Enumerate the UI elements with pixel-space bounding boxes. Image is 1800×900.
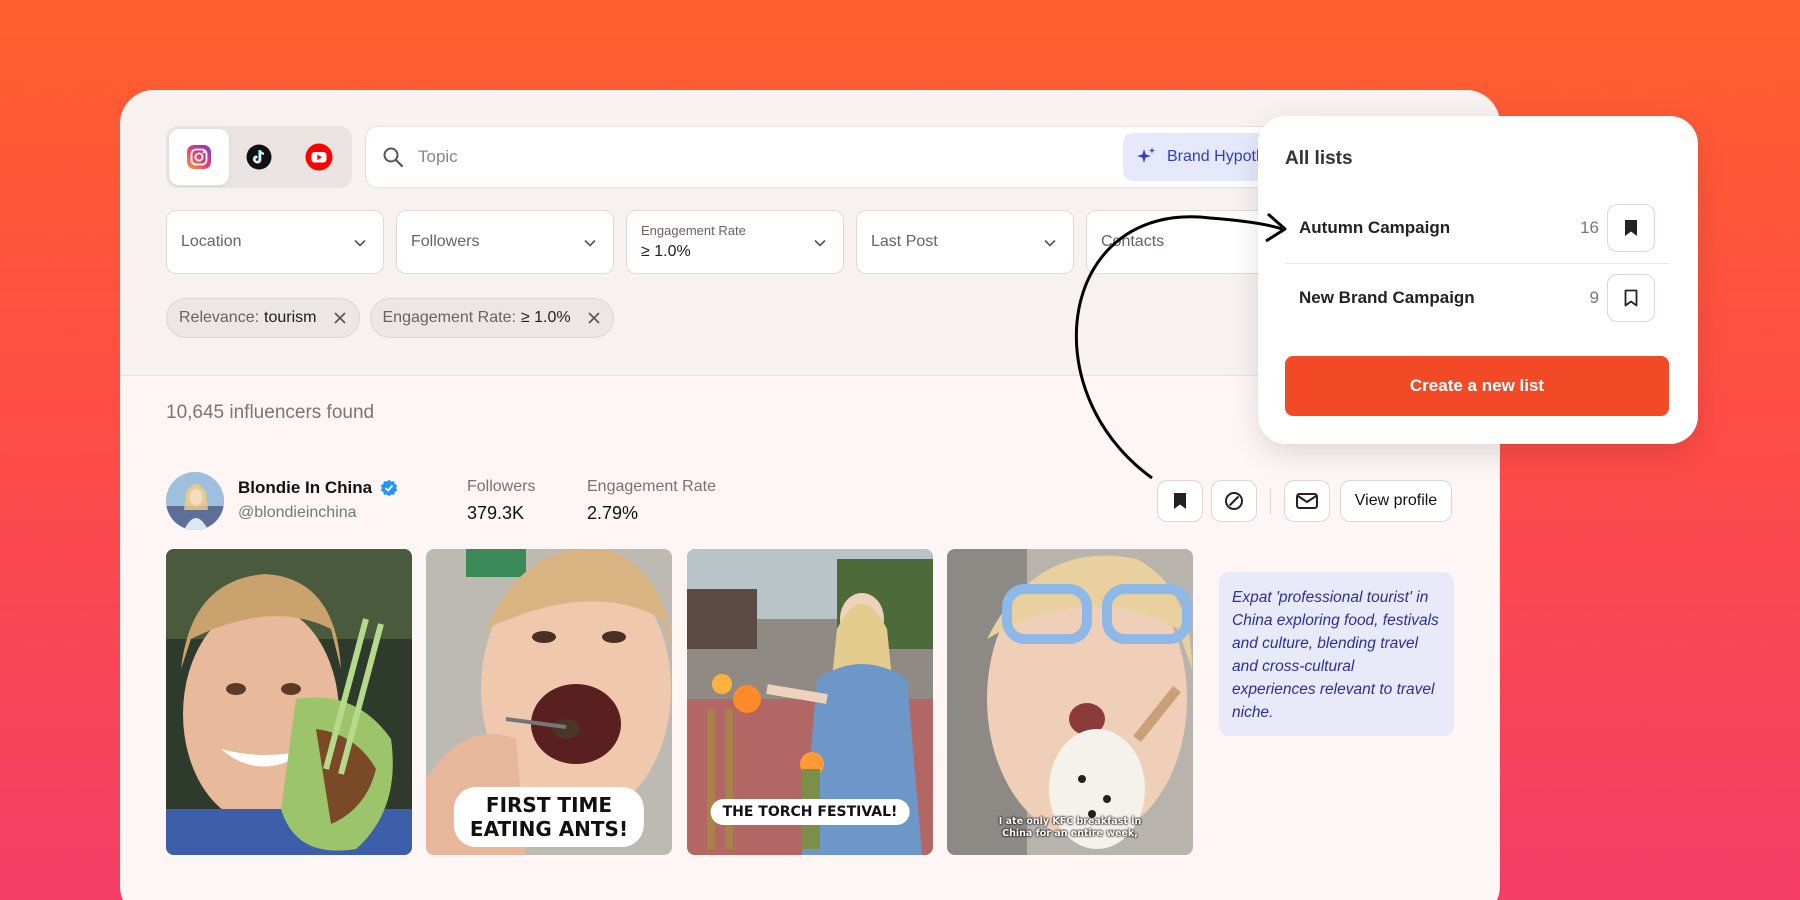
chevron-down-icon [1044, 239, 1056, 247]
thumbnail-caption: I ate only KFC breakfast in China for an… [995, 815, 1145, 841]
influencer-bio: Expat 'professional tourist' in China ex… [1219, 572, 1454, 736]
bookmark-outline-icon [1624, 289, 1638, 307]
influencer-handle: @blondieinchina [238, 504, 357, 521]
list-item-new-brand-campaign[interactable]: New Brand Campaign 9 [1285, 264, 1669, 332]
mail-icon [1296, 493, 1318, 509]
location-filter-label: Location [181, 233, 242, 250]
list-count: 9 [1589, 288, 1599, 307]
influencer-name[interactable]: Blondie In China [238, 478, 398, 498]
view-profile-button[interactable]: View profile [1340, 480, 1452, 522]
divider [1270, 489, 1271, 515]
followers-filter[interactable]: Followers [396, 210, 614, 274]
post-thumbnail-3[interactable]: THE TORCH FESTIVAL! [687, 549, 933, 855]
block-icon [1225, 492, 1243, 510]
close-icon[interactable] [331, 309, 349, 327]
topic-search-input[interactable] [418, 147, 1018, 167]
avatar[interactable] [166, 472, 224, 530]
youtube-icon [305, 143, 333, 171]
save-to-list-button[interactable] [1157, 480, 1203, 522]
caption-line: I ate only KFC breakfast in [998, 816, 1142, 827]
chevron-down-icon [814, 239, 826, 247]
platform-youtube[interactable] [289, 129, 349, 185]
caption-line: FIRST TIME [485, 793, 613, 817]
relevance-chip: Relevance: tourism [166, 298, 360, 338]
chip-value: tourism [264, 309, 317, 326]
active-filter-chips: Relevance: tourism Engagement Rate: ≥ 1.… [166, 298, 614, 338]
engagement-rate-chip: Engagement Rate: ≥ 1.0% [369, 298, 614, 338]
sparkle-icon [1137, 147, 1155, 163]
filter-row: Location Followers Engagement Rate ≥ 1.0… [166, 210, 1304, 274]
chip-value: ≥ 1.0% [520, 309, 571, 326]
followers-stat-label: Followers [467, 478, 536, 495]
instagram-icon [187, 145, 211, 169]
bookmark-icon [1174, 493, 1186, 509]
thumbnail-caption: FIRST TIME EATING ANTS! [453, 787, 645, 847]
list-item-autumn-campaign[interactable]: Autumn Campaign 16 [1285, 194, 1669, 262]
platform-tiktok[interactable] [229, 129, 289, 185]
engagement-filter-label: Engagement Rate [641, 223, 746, 238]
post-image [166, 549, 412, 855]
platform-instagram[interactable] [169, 129, 229, 185]
search-icon [383, 147, 404, 168]
last-post-filter[interactable]: Last Post [856, 210, 1074, 274]
location-filter[interactable]: Location [166, 210, 384, 274]
list-name: Autumn Campaign [1299, 218, 1451, 237]
caption-line: China for an entire week, [1002, 828, 1138, 839]
verified-icon [380, 479, 398, 497]
list-bookmark-toggle[interactable] [1607, 204, 1655, 252]
contact-button[interactable] [1284, 480, 1330, 522]
chip-label: Relevance: [179, 309, 260, 326]
tiktok-icon [246, 144, 272, 170]
results-count: 10,645 influencers found [166, 402, 375, 423]
contacts-filter-label: Contacts [1101, 233, 1165, 250]
list-name: New Brand Campaign [1299, 288, 1475, 307]
post-image [947, 549, 1193, 855]
close-icon[interactable] [585, 309, 603, 327]
engagement-rate-filter[interactable]: Engagement Rate ≥ 1.0% [626, 210, 844, 274]
block-button[interactable] [1211, 480, 1257, 522]
post-thumbnail-1[interactable] [166, 549, 412, 855]
platform-switcher [166, 126, 352, 188]
engagement-filter-value: ≥ 1.0% [641, 243, 691, 260]
engagement-stat-label: Engagement Rate [587, 478, 716, 495]
post-thumbnail-4[interactable]: I ate only KFC breakfast in China for an… [947, 549, 1193, 855]
post-thumbnail-2[interactable]: FIRST TIME EATING ANTS! [426, 549, 672, 855]
chevron-down-icon [354, 239, 366, 247]
engagement-stat-value: 2.79% [587, 503, 639, 523]
caption-line: EATING ANTS! [469, 817, 629, 841]
list-count: 16 [1580, 218, 1599, 237]
influencer-name-text: Blondie In China [238, 478, 373, 497]
chevron-down-icon [584, 239, 596, 247]
chip-label: Engagement Rate: [382, 309, 516, 326]
followers-filter-label: Followers [411, 233, 480, 250]
list-bookmark-toggle[interactable] [1607, 274, 1655, 322]
create-new-list-button[interactable]: Create a new list [1285, 356, 1669, 416]
avatar-image [166, 472, 224, 530]
lists-panel-content: Autumn Campaign 16 New Brand Campaign 9 … [1258, 116, 1698, 444]
bookmark-filled-icon [1625, 220, 1637, 236]
followers-stat-value: 379.3K [467, 503, 525, 523]
last-post-filter-label: Last Post [871, 233, 938, 250]
thumbnail-caption: THE TORCH FESTIVAL! [710, 799, 910, 825]
